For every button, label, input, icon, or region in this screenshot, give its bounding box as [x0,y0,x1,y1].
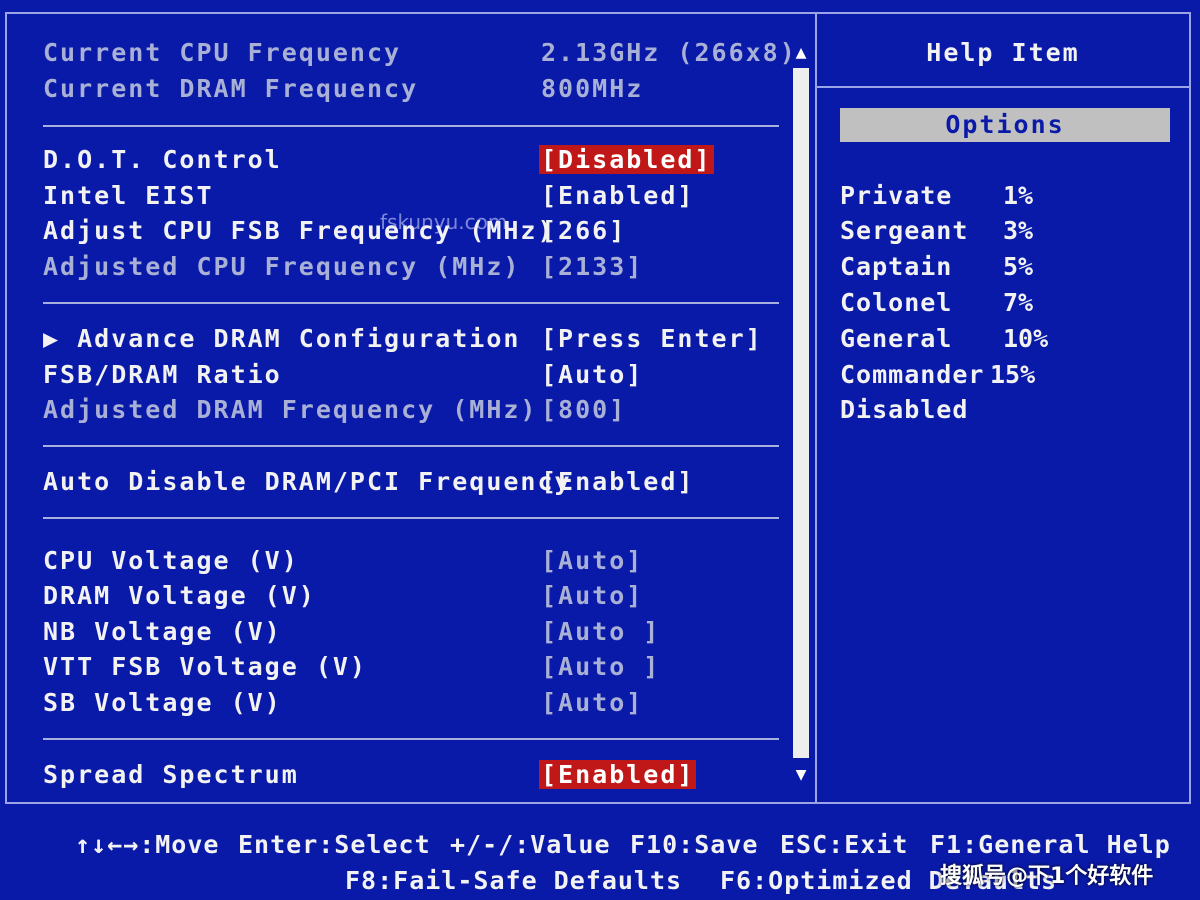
footer-value-hint: +/-/:Value [450,830,611,859]
footer-failsafe-hint: F8:Fail-Safe Defaults [345,866,683,895]
dot-control-value[interactable]: [Disabled] [539,145,714,174]
option-colonel: Colonel [840,288,953,317]
dot-control-label[interactable]: D.O.T. Control [43,145,282,174]
adjusted-cpu-frequency-label: Adjusted CPU Frequency (MHz) [43,252,521,281]
nb-voltage-value[interactable]: [Auto ] [541,617,660,646]
spread-spectrum-selected-value[interactable]: [Enabled] [539,760,697,789]
auto-disable-dram-pci-label[interactable]: Auto Disable DRAM/PCI Frequency [43,467,572,496]
option-colonel-pct: 7% [1003,288,1034,317]
option-private-pct: 1% [1003,181,1034,210]
cpu-voltage-label[interactable]: CPU Voltage (V) [43,546,299,575]
intel-eist-label[interactable]: Intel EIST [43,181,214,210]
adjust-cpu-fsb-frequency-value[interactable]: [266] [541,216,626,245]
option-private: Private [840,181,953,210]
option-sergeant: Sergeant [840,216,969,245]
footer-save-hint: F10:Save [630,830,759,859]
adjusted-dram-frequency-value: [800] [541,395,627,424]
vtt-fsb-voltage-label[interactable]: VTT FSB Voltage (V) [43,652,367,681]
help-header-divider [817,86,1189,88]
intel-eist-value[interactable]: [Enabled] [541,181,694,210]
dram-voltage-value[interactable]: [Auto] [541,581,643,610]
footer-move-hint: ↑↓←→:Move [75,830,220,859]
section-separator [43,517,779,519]
section-separator [43,445,779,447]
adjusted-dram-frequency-label: Adjusted DRAM Frequency (MHz) [43,395,538,424]
option-commander: Commander [840,360,985,389]
fsb-dram-ratio-value[interactable]: [Auto] [541,360,643,389]
scroll-down-arrow-icon[interactable]: ▼ [792,764,810,785]
panel-divider [815,14,817,802]
scrollbar-track[interactable] [793,68,809,758]
current-dram-frequency-label: Current DRAM Frequency [43,74,419,103]
section-separator [43,302,779,304]
adjusted-cpu-frequency-value: [2133] [541,252,644,281]
fsb-dram-ratio-label[interactable]: FSB/DRAM Ratio [43,360,282,389]
option-general-pct: 10% [1003,324,1049,353]
current-cpu-frequency-value: 2.13GHz (266x8) [541,38,797,67]
cpu-voltage-value[interactable]: [Auto] [541,546,643,575]
option-captain-pct: 5% [1003,252,1034,281]
current-dram-frequency-value: 800MHz [541,74,644,103]
help-item-title: Help Item [926,38,1080,67]
vtt-fsb-voltage-value[interactable]: [Auto ] [541,652,660,681]
sb-voltage-value[interactable]: [Auto] [541,688,643,717]
dot-control-selected-value[interactable]: [Disabled] [539,145,714,174]
section-separator [43,738,779,740]
corner-watermark: 搜狐号@下1个好软件 [940,864,1154,889]
footer-general-help-hint: F1:General Help [930,830,1171,859]
dram-voltage-label[interactable]: DRAM Voltage (V) [43,581,316,610]
option-commander-pct: 15% [990,360,1036,389]
footer-select-hint: Enter:Select [238,830,431,859]
advance-dram-configuration-value[interactable]: [Press Enter] [541,324,763,353]
spread-spectrum-label[interactable]: Spread Spectrum [43,760,299,789]
auto-disable-dram-pci-value[interactable]: [Enabled] [541,467,694,496]
option-disabled: Disabled [840,395,969,424]
site-watermark: fskunyu.com [380,210,508,234]
option-general: General [840,324,953,353]
advance-dram-configuration-label[interactable]: ▶ Advance DRAM Configuration [43,324,520,353]
option-sergeant-pct: 3% [1003,216,1034,245]
scroll-up-arrow-icon[interactable]: ▲ [792,42,810,63]
options-header: Options [840,108,1170,142]
current-cpu-frequency-label: Current CPU Frequency [43,38,402,67]
option-captain: Captain [840,252,953,281]
section-separator [43,125,779,127]
spread-spectrum-value[interactable]: [Enabled] [539,760,697,789]
nb-voltage-label[interactable]: NB Voltage (V) [43,617,282,646]
footer-exit-hint: ESC:Exit [780,830,909,859]
sb-voltage-label[interactable]: SB Voltage (V) [43,688,282,717]
